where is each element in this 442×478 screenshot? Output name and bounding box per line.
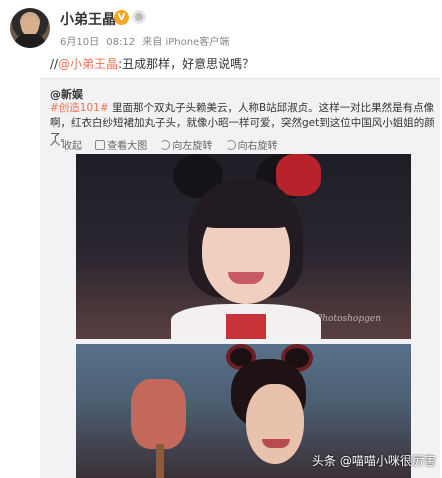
post-date: 6月10日: [60, 37, 100, 48]
image-toolbar: 收起 查看大图 向左旋转 向右旋转: [50, 137, 288, 152]
collapse-label: 收起: [62, 141, 82, 152]
view-large-label: 查看大图: [107, 141, 148, 152]
prop-stick: [156, 444, 164, 478]
reply-mention-link[interactable]: @小弟王晶: [58, 57, 118, 71]
image-watermark: Photoshopgen: [316, 314, 381, 324]
post-time: 08:12: [106, 37, 136, 48]
post-meta: 6月10日 08:12 来自 iPhone客户端: [60, 33, 233, 48]
post-source[interactable]: 来自 iPhone客户端: [142, 37, 229, 48]
rotate-right-label: 向右旋转: [237, 141, 278, 152]
verified-badge-icon: V: [114, 10, 129, 25]
post-text: //@小弟王晶:丑成那样，好意思说嗎？: [50, 55, 254, 72]
view-large-icon: [95, 140, 106, 150]
repost-card: @新娱 #创造101# 里面那个双丸子头赖美云，人称B站邱淑贞。这样一对比果然是…: [40, 78, 440, 478]
collapse-button[interactable]: 收起: [50, 137, 82, 152]
rotate-right-icon: [225, 140, 236, 150]
reply-prefix: //: [50, 57, 59, 71]
collapse-icon: [50, 140, 60, 150]
avatar-face: [21, 16, 39, 36]
rotate-left-icon: [160, 140, 171, 150]
view-large-button[interactable]: 查看大图: [95, 137, 147, 152]
reply-text: :丑成那样，好意思说嗎？: [118, 57, 255, 71]
costume-red: [226, 314, 266, 339]
rotate-right-button[interactable]: 向右旋转: [225, 137, 278, 152]
source-watermark: 头条 @喵喵小咪很厉害: [312, 454, 436, 468]
hair-ornament: [276, 154, 321, 196]
username[interactable]: 小弟王晶: [60, 9, 116, 29]
repost-author-link[interactable]: @新娱: [50, 86, 83, 102]
photo-top[interactable]: Photoshopgen: [76, 154, 411, 339]
avatar-body: [14, 34, 46, 48]
prop-flower: [131, 379, 186, 449]
post-header: 小弟王晶 V 6月10日 08:12 来自 iPhone客户端: [10, 8, 430, 56]
avatar[interactable]: [10, 8, 50, 48]
face-2: [246, 384, 304, 464]
bangs: [198, 192, 294, 228]
rotate-left-button[interactable]: 向左旋转: [160, 137, 212, 152]
rotate-left-label: 向左旋转: [172, 141, 213, 152]
weibo-post: 小弟王晶 V 6月10日 08:12 来自 iPhone客户端 //@小弟王晶:…: [0, 0, 442, 478]
hashtag-link[interactable]: #创造101#: [50, 102, 109, 114]
member-icon: [132, 10, 146, 24]
